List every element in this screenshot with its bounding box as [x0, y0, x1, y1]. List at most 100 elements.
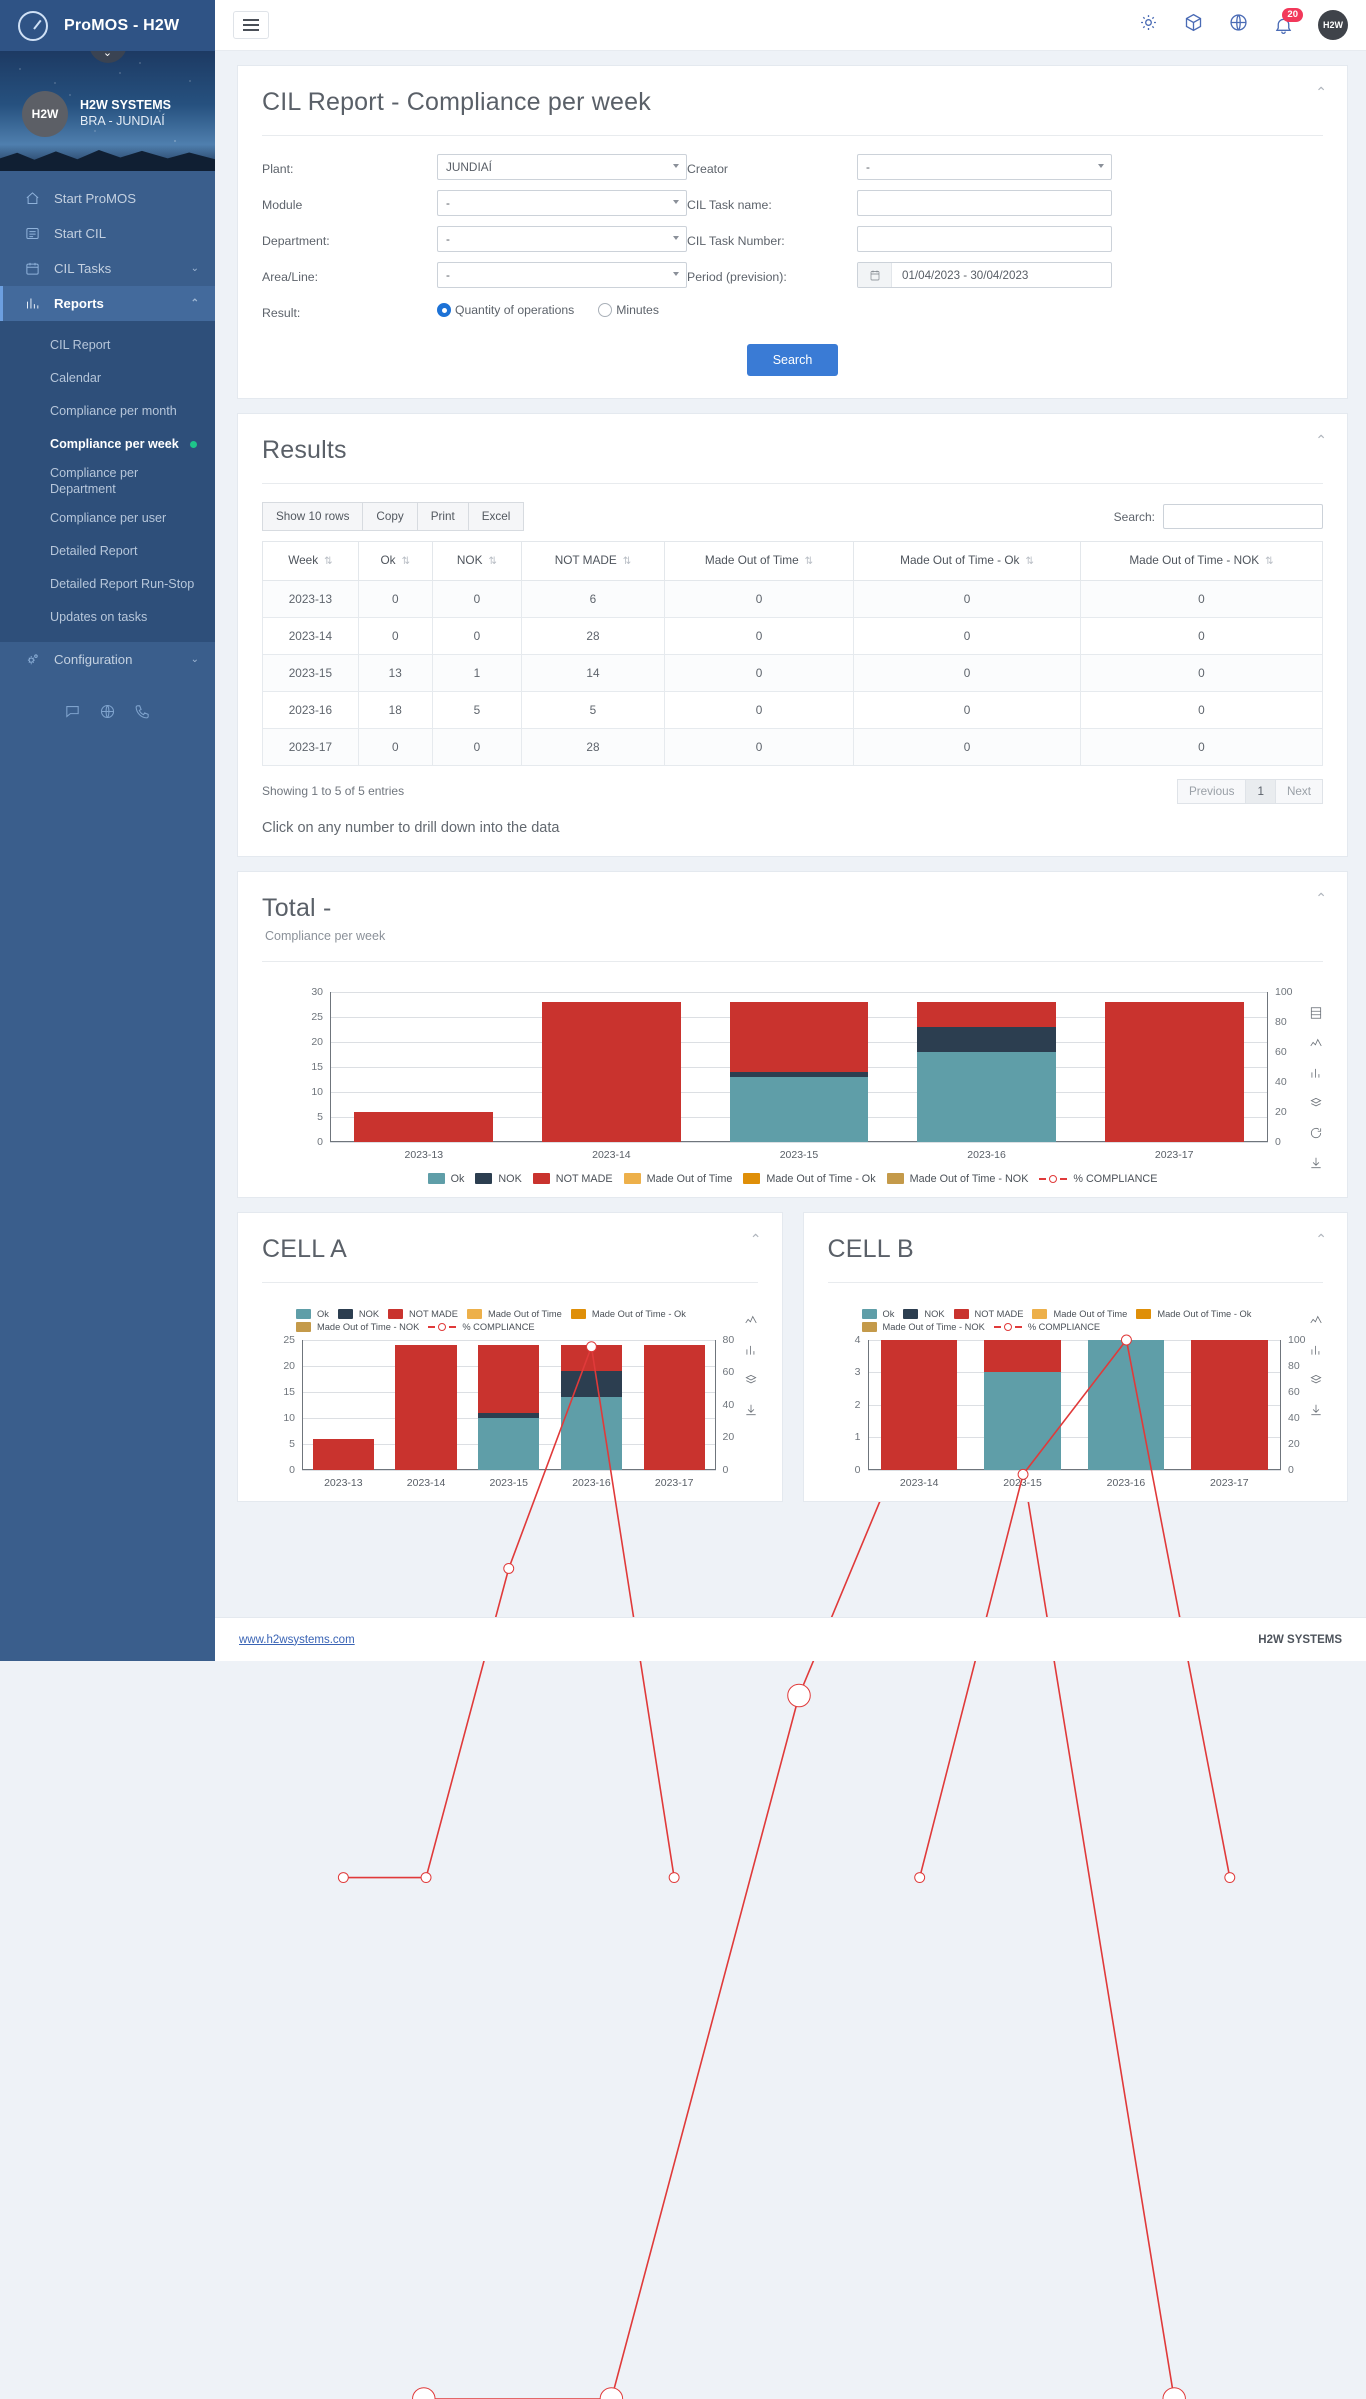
cell-mot-ok[interactable]: 0 [854, 728, 1081, 765]
menu-toggle-button[interactable] [233, 11, 269, 39]
cell-not-made[interactable]: 6 [522, 580, 665, 617]
cell-ok[interactable]: 13 [358, 654, 432, 691]
stacked-bar[interactable] [542, 1002, 681, 1142]
bar-segment-not-made[interactable] [542, 1002, 681, 1142]
bar-segment-ok[interactable] [561, 1397, 622, 1470]
col-week[interactable]: Week⇅ [263, 542, 359, 581]
sidebar-item-compliance-per-month[interactable]: Compliance per month [0, 395, 215, 428]
print-button[interactable]: Print [417, 502, 469, 531]
stacked-bar[interactable] [1088, 1340, 1164, 1470]
bar-segment-ok[interactable] [984, 1372, 1060, 1470]
download-icon[interactable] [1309, 1403, 1323, 1422]
col-not-made[interactable]: NOT MADE⇅ [522, 542, 665, 581]
bar-segment-not-made[interactable] [1105, 1002, 1244, 1142]
col-made-out-of-time-nok[interactable]: Made Out of Time - NOK⇅ [1080, 542, 1322, 581]
sidebar-item-detailed-report[interactable]: Detailed Report [0, 535, 215, 568]
stacked-bar[interactable] [1105, 1002, 1244, 1142]
stacked-bar[interactable] [354, 1112, 493, 1142]
cell-mot-nok[interactable]: 0 [1080, 728, 1322, 765]
sidebar-item-start-cil[interactable]: Start CIL [0, 216, 215, 251]
bar-chart-icon[interactable] [1309, 1066, 1323, 1085]
layers-icon[interactable] [1309, 1096, 1323, 1115]
chat-icon[interactable] [64, 703, 81, 725]
copy-button[interactable]: Copy [362, 502, 417, 531]
col-made-out-of-time-ok[interactable]: Made Out of Time - Ok⇅ [854, 542, 1081, 581]
cell-mot-ok[interactable]: 0 [854, 580, 1081, 617]
footer-link[interactable]: www.h2wsystems.com [239, 1634, 355, 1646]
stacked-bar[interactable] [984, 1340, 1060, 1470]
department-select[interactable]: - [437, 226, 687, 252]
creator-select[interactable]: - [857, 154, 1112, 180]
sidebar-item-updates-on-tasks[interactable]: Updates on tasks [0, 601, 215, 634]
cell-ok[interactable]: 0 [358, 728, 432, 765]
bar-segment-not-made[interactable] [917, 1002, 1056, 1027]
bar-segment-not-made[interactable] [561, 1345, 622, 1371]
stacked-bar[interactable] [644, 1345, 705, 1470]
bar-segment-not-made[interactable] [478, 1345, 539, 1413]
bar-segment-nok[interactable] [561, 1371, 622, 1397]
stacked-bar[interactable] [561, 1345, 622, 1470]
chevron-up-icon[interactable]: ⌃ [750, 1231, 762, 1248]
stacked-bar[interactable] [478, 1345, 539, 1470]
bar-segment-not-made[interactable] [354, 1112, 493, 1142]
cell-mot[interactable]: 0 [664, 691, 853, 728]
task-number-input[interactable] [857, 226, 1112, 252]
stacked-bar[interactable] [395, 1345, 456, 1470]
bar-segment-ok[interactable] [917, 1052, 1056, 1142]
radio-quantity-of-operations[interactable] [437, 303, 451, 317]
chevron-up-icon[interactable]: ⌃ [1315, 84, 1327, 101]
cell-nok[interactable]: 0 [432, 728, 521, 765]
bar-segment-not-made[interactable] [730, 1002, 869, 1072]
pagination-previous[interactable]: Previous [1177, 779, 1246, 804]
period-daterange-input[interactable]: 01/04/2023 - 30/04/2023 [857, 262, 1112, 288]
cell-ok[interactable]: 0 [358, 617, 432, 654]
cell-ok[interactable]: 18 [358, 691, 432, 728]
cell-mot[interactable]: 0 [664, 580, 853, 617]
sidebar-item-cil-report[interactable]: CIL Report [0, 329, 215, 362]
bar-segment-not-made[interactable] [313, 1439, 374, 1470]
user-avatar[interactable]: H2W [1318, 10, 1348, 40]
layers-icon[interactable] [744, 1373, 758, 1392]
sidebar-item-detailed-report-run-stop[interactable]: Detailed Report Run-Stop [0, 568, 215, 601]
sidebar-item-configuration[interactable]: Configuration ⌄ [0, 642, 215, 677]
cell-mot-nok[interactable]: 0 [1080, 580, 1322, 617]
sidebar-item-compliance-per-user[interactable]: Compliance per user [0, 502, 215, 535]
bar-segment-ok[interactable] [730, 1077, 869, 1142]
stacked-bar[interactable] [917, 1002, 1056, 1142]
bar-segment-ok[interactable] [1088, 1340, 1164, 1470]
module-select[interactable]: - [437, 190, 687, 216]
table-search-input[interactable] [1163, 504, 1323, 529]
download-icon[interactable] [1309, 1156, 1323, 1175]
stacked-bar[interactable] [730, 1002, 869, 1142]
chevron-up-icon[interactable]: ⌃ [1315, 890, 1327, 907]
cell-nok[interactable]: 1 [432, 654, 521, 691]
cell-nok[interactable]: 0 [432, 580, 521, 617]
cell-mot-nok[interactable]: 0 [1080, 617, 1322, 654]
line-chart-icon[interactable] [1309, 1036, 1323, 1055]
bar-chart-icon[interactable] [744, 1343, 758, 1362]
plant-select[interactable]: JUNDIAÍ [437, 154, 687, 180]
cell-mot-nok[interactable]: 0 [1080, 691, 1322, 728]
stacked-bar[interactable] [313, 1439, 374, 1470]
task-name-input[interactable] [857, 190, 1112, 216]
bar-segment-not-made[interactable] [395, 1345, 456, 1470]
radio-minutes[interactable] [598, 303, 612, 317]
cell-mot[interactable]: 0 [664, 654, 853, 691]
cell-not-made[interactable]: 28 [522, 728, 665, 765]
cell-mot-ok[interactable]: 0 [854, 691, 1081, 728]
cell-not-made[interactable]: 5 [522, 691, 665, 728]
sidebar-item-compliance-per-week[interactable]: Compliance per week [0, 428, 215, 461]
search-button[interactable]: Search [747, 344, 839, 376]
line-chart-icon[interactable] [744, 1313, 758, 1332]
bar-segment-nok[interactable] [917, 1027, 1056, 1052]
cell-not-made[interactable]: 14 [522, 654, 665, 691]
phone-icon[interactable] [134, 703, 151, 725]
sidebar-item-compliance-per-department[interactable]: Compliance per Department [0, 461, 215, 502]
download-icon[interactable] [744, 1403, 758, 1422]
globe-icon[interactable] [99, 703, 116, 725]
cell-not-made[interactable]: 28 [522, 617, 665, 654]
cell-ok[interactable]: 0 [358, 580, 432, 617]
cell-nok[interactable]: 5 [432, 691, 521, 728]
stacked-bar[interactable] [1191, 1340, 1267, 1470]
pagination-next[interactable]: Next [1275, 779, 1323, 804]
